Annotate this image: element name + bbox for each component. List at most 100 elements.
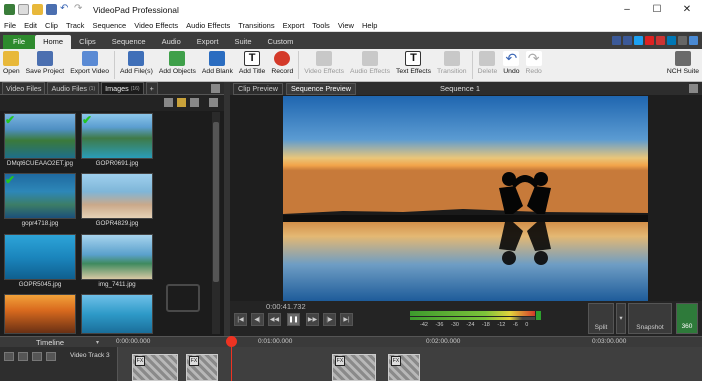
image-thumbnail[interactable]: [4, 234, 76, 280]
nch-suite-button[interactable]: NCH Suite: [664, 49, 702, 75]
redo-icon[interactable]: ↷: [74, 4, 85, 15]
nch-suite-icon: [674, 51, 691, 66]
text-effects-icon: T: [405, 51, 422, 66]
open-button[interactable]: Open: [0, 49, 23, 75]
tab-sequence[interactable]: Sequence: [104, 35, 154, 49]
new-folder-icon[interactable]: [177, 98, 186, 107]
twitter-icon[interactable]: [634, 36, 643, 45]
snapshot-button[interactable]: Snapshot: [628, 303, 672, 334]
facebook-icon[interactable]: [612, 36, 621, 45]
fast-forward-button[interactable]: ▶▶: [306, 313, 319, 326]
go-to-end-button[interactable]: ▶|: [340, 313, 353, 326]
split-dropdown[interactable]: ▾: [616, 303, 626, 334]
track-settings-icon[interactable]: [46, 352, 56, 361]
youtube-icon[interactable]: [645, 36, 654, 45]
export-video-button[interactable]: Export Video: [67, 49, 112, 75]
save-icon[interactable]: [46, 4, 57, 15]
split-button[interactable]: Split: [588, 303, 614, 334]
tab-video-files[interactable]: Video Files: [2, 82, 46, 94]
linkedin-icon[interactable]: [667, 36, 676, 45]
vr-360-button[interactable]: 360: [676, 303, 698, 334]
preview-popout-icon[interactable]: [689, 84, 698, 93]
menu-export[interactable]: Export: [279, 21, 309, 30]
menu-track[interactable]: Track: [62, 21, 88, 30]
undo-icon[interactable]: ↶: [60, 4, 71, 15]
undo-button[interactable]: ↶ Undo: [500, 49, 522, 75]
add-files-icon: [128, 51, 145, 66]
minimize-button[interactable]: –: [612, 4, 642, 15]
menu-edit[interactable]: Edit: [20, 21, 41, 30]
image-thumbnail[interactable]: [4, 294, 76, 334]
text-effects-button[interactable]: T Text Effects: [393, 49, 434, 75]
video-effects-button[interactable]: Video Effects: [301, 49, 347, 75]
tab-images[interactable]: Images (16): [101, 82, 144, 94]
like-icon[interactable]: [623, 36, 632, 45]
tab-home[interactable]: Home: [35, 35, 72, 49]
menu-icon[interactable]: [678, 36, 687, 45]
menu-clip[interactable]: Clip: [41, 21, 62, 30]
add-objects-button[interactable]: Add Objects: [156, 49, 199, 75]
tab-clips[interactable]: Clips: [71, 35, 104, 49]
record-button[interactable]: Record: [268, 49, 296, 75]
menu-tools[interactable]: Tools: [308, 21, 334, 30]
scrollbar-thumb[interactable]: [213, 122, 219, 282]
menu-help[interactable]: Help: [358, 21, 381, 30]
timeline-clip[interactable]: FX: [186, 354, 218, 381]
menu-file[interactable]: File: [0, 21, 20, 30]
list-view-icon[interactable]: [190, 98, 199, 107]
play-pause-button[interactable]: ❚❚: [287, 313, 300, 326]
video-preview[interactable]: [283, 96, 648, 301]
audio-level-meter-right: [410, 317, 535, 320]
transition-button[interactable]: Transition: [434, 49, 470, 75]
maximize-button[interactable]: ☐: [642, 4, 672, 15]
help-icon[interactable]: [689, 36, 698, 45]
bin-scrollbar[interactable]: [212, 112, 220, 334]
track-blend-icon[interactable]: [32, 352, 42, 361]
timeline-clip[interactable]: FX: [388, 354, 420, 381]
rewind-button[interactable]: ◀◀: [268, 313, 281, 326]
close-button[interactable]: ✕: [672, 4, 702, 15]
social-links: [612, 36, 698, 45]
add-files-button[interactable]: Add File(s): [117, 49, 156, 75]
menu-audio-effects[interactable]: Audio Effects: [182, 21, 234, 30]
menu-transitions[interactable]: Transitions: [234, 21, 278, 30]
image-thumbnail[interactable]: [81, 173, 153, 219]
go-to-start-button[interactable]: |◀: [234, 313, 247, 326]
new-file-icon[interactable]: [18, 4, 29, 15]
previous-frame-button[interactable]: ◀|: [251, 313, 264, 326]
tab-export[interactable]: Export: [189, 35, 227, 49]
image-thumbnail[interactable]: [81, 294, 153, 334]
add-title-button[interactable]: T Add Title: [236, 49, 268, 75]
add-blank-button[interactable]: Add Blank: [199, 49, 236, 75]
timeline-clip[interactable]: FX: [132, 354, 178, 381]
tab-audio-files[interactable]: Audio Files (1): [47, 82, 100, 94]
menu-sequence[interactable]: Sequence: [88, 21, 130, 30]
delete-icon[interactable]: [164, 98, 173, 107]
audio-effects-button[interactable]: Audio Effects: [347, 49, 393, 75]
fx-icon: FX: [135, 356, 145, 366]
bin-popout-icon[interactable]: [211, 83, 220, 93]
tab-sequence-preview[interactable]: Sequence Preview: [285, 82, 356, 95]
next-frame-button[interactable]: |▶: [323, 313, 336, 326]
tab-file[interactable]: File: [3, 35, 36, 49]
tab-audio[interactable]: Audio: [154, 35, 189, 49]
add-bin-button[interactable]: +: [145, 82, 158, 94]
delete-button[interactable]: Delete: [475, 49, 501, 75]
menu-view[interactable]: View: [334, 21, 358, 30]
tab-suite[interactable]: Suite: [226, 35, 259, 49]
save-project-button[interactable]: Save Project: [23, 49, 68, 75]
open-folder-icon[interactable]: [32, 4, 43, 15]
sort-icon[interactable]: [209, 98, 218, 107]
playhead-handle[interactable]: [226, 336, 237, 347]
tab-custom[interactable]: Custom: [260, 35, 302, 49]
google-plus-icon[interactable]: [656, 36, 665, 45]
quick-access-toolbar: ↶ ↷: [4, 4, 85, 15]
redo-button[interactable]: ↷ Redo: [523, 49, 545, 75]
menu-video-effects[interactable]: Video Effects: [130, 21, 182, 30]
track-lock-icon[interactable]: [18, 352, 28, 361]
tab-clip-preview[interactable]: Clip Preview: [233, 82, 283, 95]
track-visibility-icon[interactable]: [4, 352, 14, 361]
timeline-collapse-icon[interactable]: ▾: [96, 339, 99, 346]
image-thumbnail[interactable]: [81, 234, 153, 280]
timeline-clip[interactable]: FX: [332, 354, 376, 381]
